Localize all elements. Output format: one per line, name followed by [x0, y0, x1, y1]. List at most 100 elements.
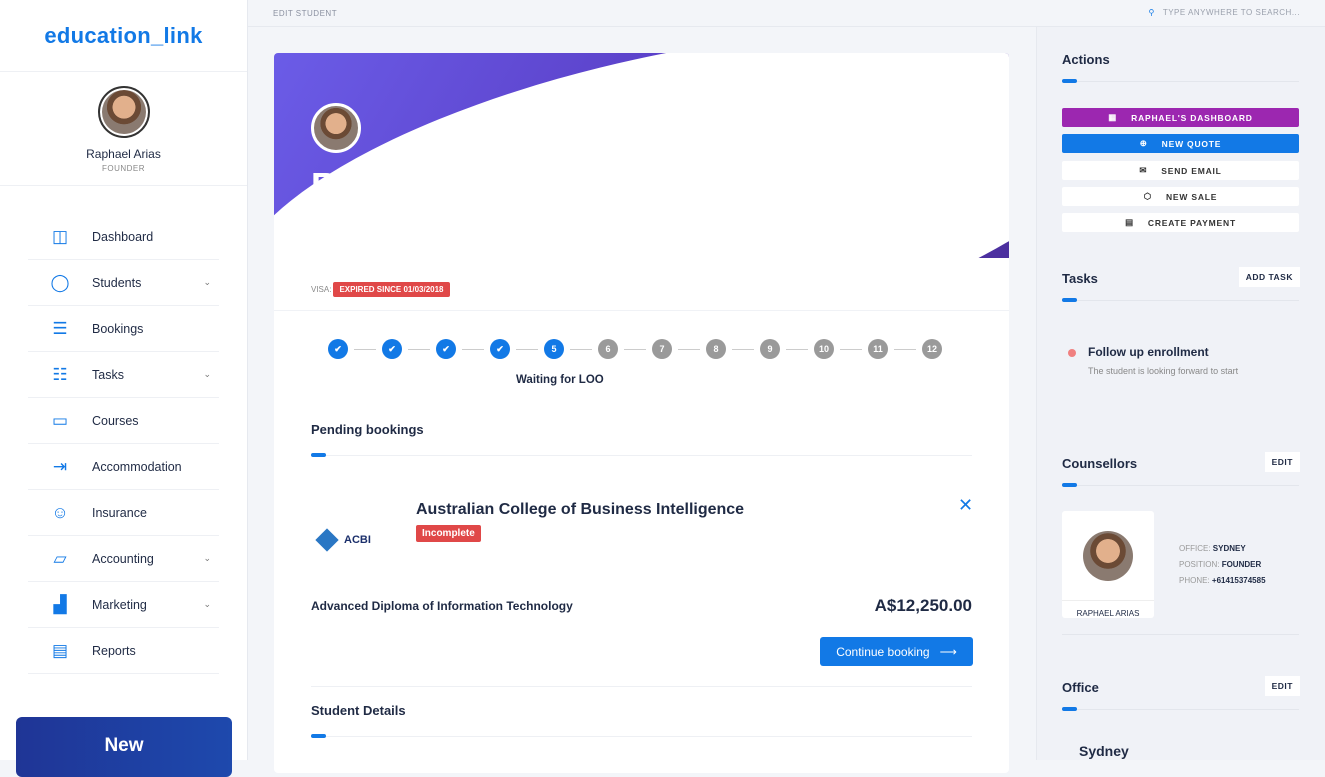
student-details-title: Student Details [311, 703, 972, 738]
sidebar-item-insurance[interactable]: ☺ Insurance [28, 490, 219, 536]
user-role: FOUNDER [101, 164, 146, 173]
office-title: Office EDIT [1062, 676, 1300, 711]
user-name: Raphael Arias [86, 147, 161, 161]
search-input[interactable]: ⚲ TYPE ANYWHERE TO SEARCH... [1148, 8, 1300, 17]
step-2[interactable]: ✔ [382, 339, 402, 359]
door-exit-icon: ⇥ [52, 456, 68, 476]
sidebar-item-label: Tasks [92, 367, 124, 382]
tasks-title: Tasks ADD TASK [1062, 267, 1300, 302]
sidebar-item-label: Accounting [92, 551, 154, 566]
new-button[interactable]: New [16, 717, 232, 777]
counsellors-title: Counsellors EDIT [1062, 452, 1300, 487]
continue-booking-button[interactable]: Continue booking ⟶ [820, 637, 973, 666]
step-8[interactable]: 8 [706, 339, 726, 359]
counsellor-avatar [1083, 531, 1133, 581]
step-1[interactable]: ✔ [328, 339, 348, 359]
sidebar-item-tasks[interactable]: ☷ Tasks ⌄ [28, 352, 219, 398]
step-12[interactable]: 12 [922, 339, 942, 359]
clipboard-icon: ☷ [52, 364, 68, 384]
edit-office-button[interactable]: EDIT [1264, 676, 1300, 696]
course-price: A$12,250.00 [874, 596, 972, 615]
actions-title: Actions [1062, 52, 1299, 83]
search-icon: ⚲ [1148, 8, 1155, 17]
new-sale-button[interactable]: ⬡ NEW SALE [1062, 187, 1299, 206]
step-6[interactable]: 6 [598, 339, 618, 359]
coins-icon: ☰ [52, 318, 68, 338]
step-label: Waiting for LOO [516, 374, 604, 386]
inbox-icon: ▭ [51, 410, 69, 430]
dashboard-icon: ◫ [51, 226, 69, 246]
arrow-right-icon: ⟶ [939, 644, 957, 659]
sidebar-item-label: Students [92, 275, 142, 290]
student-avatar [311, 103, 361, 153]
sidebar-item-label: Courses [92, 413, 139, 428]
avatar[interactable] [97, 86, 150, 138]
visa-status-badge: EXPIRED SINCE 01/03/2018 [333, 282, 450, 297]
topbar: EDIT STUDENT ⚲ TYPE ANYWHERE TO SEARCH... [248, 0, 1325, 27]
step-7[interactable]: 7 [652, 339, 672, 359]
step-9[interactable]: 9 [760, 339, 780, 359]
envelope-icon: ✉ [1139, 165, 1148, 175]
new-quote-button[interactable]: ⊕ NEW QUOTE [1062, 134, 1299, 153]
create-payment-button[interactable]: ▤ CREATE PAYMENT [1062, 213, 1299, 232]
sidebar-item-reports[interactable]: ▤ Reports [28, 628, 219, 674]
logo[interactable]: education_link [0, 0, 247, 72]
counsellor-card[interactable]: RAPHAEL ARIAS [1062, 511, 1154, 618]
wallet-icon: ▱ [53, 548, 67, 568]
sidebar-item-label: Reports [92, 643, 136, 658]
college-name[interactable]: Australian College of Business Intellige… [416, 501, 744, 519]
chevron-down-icon[interactable]: ⌄ [203, 553, 211, 564]
sidebar-item-accounting[interactable]: ▱ Accounting ⌄ [28, 536, 219, 582]
sidebar-item-dashboard[interactable]: ◫ Dashboard [28, 214, 219, 260]
sidebar-item-label: Dashboard [92, 229, 154, 244]
sidebar-item-accommodation[interactable]: ⇥ Accommodation [28, 444, 219, 490]
student-name: Raphael Arias [311, 165, 574, 216]
user-icon: ◯ [50, 272, 70, 292]
step-11[interactable]: 11 [868, 339, 888, 359]
task-status-dot [1068, 349, 1076, 357]
edit-counsellors-button[interactable]: EDIT [1264, 452, 1300, 472]
sidebar-item-students[interactable]: ◯ Students ⌄ [28, 260, 219, 306]
user-profile: Raphael Arias FOUNDER [0, 72, 247, 186]
chevron-down-icon[interactable]: ⌄ [203, 369, 211, 380]
booking-status-badge: Incomplete [416, 525, 481, 542]
step-4[interactable]: ✔ [490, 339, 510, 359]
right-panel: Actions ▦ RAPHAEL'S DASHBOARD ⊕ NEW QUOTE … [1036, 27, 1325, 760]
chart-icon: ▟ [53, 594, 67, 614]
step-5[interactable]: 5 [544, 339, 564, 359]
chevron-down-icon[interactable]: ⌄ [203, 277, 211, 288]
send-email-button[interactable]: ✉ SEND EMAIL [1062, 161, 1299, 180]
chevron-down-icon[interactable]: ⌄ [203, 599, 211, 610]
sidebar-item-marketing[interactable]: ▟ Marketing ⌄ [28, 582, 219, 628]
dashboard-button[interactable]: ▦ RAPHAEL'S DASHBOARD [1062, 108, 1299, 127]
robot-icon: ☺ [51, 502, 69, 522]
sidebar-item-label: Marketing [92, 597, 147, 612]
sidebar: education_link Raphael Arias FOUNDER ◫ Da… [0, 0, 248, 777]
visa-label: VISA: [311, 285, 332, 294]
sidebar-item-label: Bookings [92, 321, 144, 336]
course-name: Advanced Diploma of Information Technolo… [311, 599, 573, 613]
student-number: Number: 20 [311, 225, 400, 242]
college-logo: ACBI [315, 525, 388, 555]
step-10[interactable]: 10 [814, 339, 834, 359]
student-card: Raphael Arias Number: 20 VISA: EXPIRED SI… [274, 53, 1009, 773]
pending-bookings-title: Pending bookings [311, 422, 972, 457]
student-header: Raphael Arias Number: 20 [274, 53, 1009, 258]
office-name: Sydney [1079, 743, 1129, 759]
sidebar-item-bookings[interactable]: ☰ Bookings [28, 306, 219, 352]
search-placeholder: TYPE ANYWHERE TO SEARCH... [1162, 8, 1300, 17]
step-3[interactable]: ✔ [436, 339, 456, 359]
sidebar-item-label: Insurance [92, 505, 147, 520]
counsellor-info: OFFICE: SYDNEY POSITION: FOUNDER PHONE: … [1179, 544, 1266, 585]
sidebar-item-courses[interactable]: ▭ Courses [28, 398, 219, 444]
progress-steps: ✔ ✔ ✔ ✔ 5 6 7 8 9 10 11 12 [328, 339, 1009, 359]
document-icon: ▤ [51, 640, 69, 660]
task-item[interactable]: Follow up enrollment The student is looki… [1062, 345, 1238, 376]
plus-circle-icon: ⊕ [1139, 138, 1148, 148]
close-icon[interactable]: ✕ [958, 495, 973, 516]
visa-row: VISA: EXPIRED SINCE 01/03/2018 [274, 258, 1009, 311]
breadcrumb: EDIT STUDENT [273, 9, 338, 18]
sidebar-nav: ◫ Dashboard ◯ Students ⌄ ☰ Bookings ☷ Tasks ⌄ ▭ Cou… [0, 186, 247, 674]
receipt-icon: ▤ [1125, 217, 1134, 227]
add-task-button[interactable]: ADD TASK [1238, 267, 1300, 287]
